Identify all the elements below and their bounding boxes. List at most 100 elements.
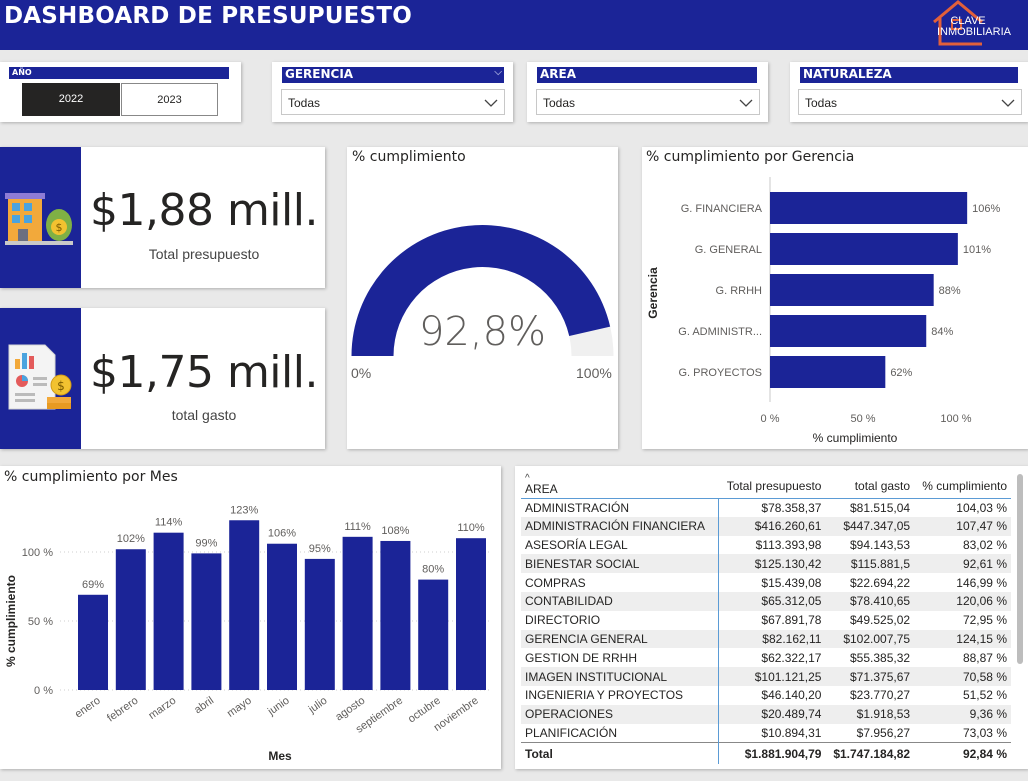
bar[interactable] (770, 233, 958, 265)
area-dropdown[interactable]: Todas (536, 89, 760, 115)
col-header-gasto[interactable]: total gasto (825, 474, 915, 499)
table-row[interactable]: GESTION DE RRHH $62.322,17 $55.385,32 88,87… (521, 648, 1011, 668)
chevron-down-icon: ⌵ (494, 67, 502, 78)
cell-gasto: $55.385,32 (850, 650, 911, 665)
x-axis-title: % cumplimiento (813, 431, 898, 445)
table-row[interactable]: INGENIERIA Y PROYECTOS $46.140,20 $23.770,… (521, 685, 1011, 705)
bar[interactable] (229, 520, 260, 690)
chevron-down-icon (739, 99, 753, 107)
col-cumplimiento-label: % cumplimiento (922, 478, 1007, 493)
cell-gasto: $78.410,65 (825, 591, 915, 611)
y-axis-title: % cumplimiento (4, 575, 18, 667)
cell-gasto: $115.881,5 (825, 554, 915, 574)
cell-cumplimiento: 9,36 % (914, 704, 1011, 724)
bar[interactable] (78, 594, 108, 690)
bar[interactable] (770, 192, 968, 224)
gauge-card: % cumplimiento 92,8% 0% 100% (347, 147, 618, 449)
table-row[interactable]: CONTABILIDAD $65.312,05 $78.410,65 120,06 % (521, 591, 1011, 611)
bar[interactable] (456, 538, 486, 690)
table-row[interactable]: IMAGEN INSTITUCIONAL $101.121,25 $71.375,6… (521, 667, 1011, 686)
report-coins-icon: $ (8, 344, 72, 410)
cell-cumplimiento: 124,15 % (914, 629, 1011, 649)
page-title: DASHBOARD DE PRESUPUESTO (4, 3, 412, 29)
y-axis-title: Gerencia (646, 267, 660, 319)
bar[interactable] (267, 543, 297, 690)
kpi-presupuesto-sidebar: $ (0, 147, 81, 288)
bar[interactable] (304, 558, 335, 690)
total-gasto: $1.747.184,82 (825, 741, 915, 765)
year-slicer-title: AÑO (9, 67, 229, 79)
data-label: 69% (82, 579, 104, 591)
year-option-2023[interactable]: 2023 (121, 83, 218, 116)
gauge-min-label: 0% (351, 365, 372, 381)
total-label: Total (521, 741, 719, 765)
cell-area: ADMINISTRACIÓN (521, 498, 719, 517)
bar[interactable] (191, 553, 222, 690)
table-row[interactable]: PLANIFICACIÓN $10.894,31 $7.956,27 73,03 % (521, 723, 1011, 743)
x-tick-label: enero (73, 695, 103, 721)
cell-presupuesto: $10.894,31 (761, 725, 822, 740)
svg-text:$: $ (57, 379, 65, 393)
table-row[interactable]: ADMINISTRACIÓN $78.358,37 $81.515,04 104,03… (521, 498, 1011, 517)
table-row[interactable]: OPERACIONES $20.489,74 $1.918,53 9,36 % (521, 704, 1011, 724)
cell-presupuesto: $82.162,11 (718, 629, 826, 649)
bar[interactable] (342, 536, 373, 690)
bar[interactable] (770, 315, 927, 347)
cell-presupuesto: $125.130,42 (718, 554, 826, 574)
kpi-presupuesto-label: Total presupuesto (148, 246, 260, 262)
cell-presupuesto: $67.891,78 (761, 613, 822, 628)
kpi-presupuesto-value: $1,88 mill. (90, 185, 318, 236)
table-header-row: ^ AREA Total presupuesto total gasto % c… (521, 473, 1011, 499)
area-dropdown-value: Todas (543, 96, 576, 110)
col-header-cumplimiento[interactable]: % cumplimiento (914, 474, 1011, 499)
table-row[interactable]: ASESORÍA LEGAL $113.393,98 $94.143,53 83,02… (521, 535, 1011, 555)
x-axis-title: Mes (268, 749, 292, 763)
y-tick-label: 0 % (34, 685, 53, 697)
logo-line-2: INMOBILIARIA (937, 26, 1011, 38)
col-header-area[interactable]: ^ AREA (521, 473, 719, 499)
cell-area: IMAGEN INSTITUCIONAL (521, 667, 719, 686)
table-row[interactable]: DIRECTORIO $67.891,78 $49.525,02 72,95 % (521, 610, 1011, 630)
total-presupuesto: $1.881.904,79 (718, 741, 826, 765)
data-label: 95% (309, 543, 331, 555)
bar[interactable] (153, 532, 184, 690)
cell-presupuesto: $113.393,98 (755, 537, 822, 552)
naturaleza-dropdown[interactable]: Todas (798, 89, 1022, 115)
year-option-2022[interactable]: 2022 (22, 83, 120, 116)
cell-cumplimiento: 120,06 % (914, 591, 1011, 611)
cell-cumplimiento: 83,02 % (962, 537, 1007, 552)
table-row[interactable]: ADMINISTRACIÓN FINANCIERA $416.260,61 $447… (521, 516, 1011, 536)
cell-cumplimiento: 72,95 % (962, 613, 1007, 628)
x-tick-label: julio (306, 695, 330, 717)
data-label: 62% (890, 367, 912, 379)
cell-presupuesto: $416.260,61 (718, 516, 826, 536)
cell-cumplimiento: 104,03 % (956, 500, 1007, 515)
x-tick-label: abril (192, 695, 216, 717)
kpi-gasto-value: $1,75 mill. (90, 347, 318, 398)
col-header-presupuesto[interactable]: Total presupuesto (718, 474, 826, 499)
x-tick-label: 100 % (940, 413, 971, 425)
cell-area: DIRECTORIO (521, 610, 719, 630)
x-tick-label: 0 % (761, 413, 780, 425)
naturaleza-dropdown-value: Todas (805, 96, 838, 110)
cell-cumplimiento: 146,99 % (956, 575, 1007, 590)
data-label: 110% (457, 522, 485, 534)
x-tick-label: 50 % (850, 413, 875, 425)
cell-gasto: $71.375,67 (825, 667, 915, 686)
table-scrollbar[interactable] (1017, 474, 1023, 664)
table-row[interactable]: BIENESTAR SOCIAL $125.130,42 $115.881,5 92,… (521, 554, 1011, 574)
bar[interactable] (380, 540, 411, 690)
gerencia-dropdown[interactable]: Todas (281, 89, 505, 115)
kpi-gasto-sidebar: $ (0, 308, 81, 449)
table-row[interactable]: GERENCIA GENERAL $82.162,11 $102.007,75 124… (521, 629, 1011, 649)
category-label: G. RRHH (716, 285, 763, 297)
cell-cumplimiento: 92,61 % (914, 554, 1011, 574)
col-presupuesto-label: Total presupuesto (726, 478, 822, 493)
gerencia-dropdown-value: Todas (288, 96, 321, 110)
bar[interactable] (418, 579, 449, 690)
bar[interactable] (770, 356, 886, 388)
bar[interactable] (770, 274, 934, 306)
data-label: 102% (117, 533, 145, 545)
table-row[interactable]: COMPRAS $15.439,08 $22.694,22 146,99 % (521, 573, 1011, 592)
bar[interactable] (115, 549, 146, 690)
